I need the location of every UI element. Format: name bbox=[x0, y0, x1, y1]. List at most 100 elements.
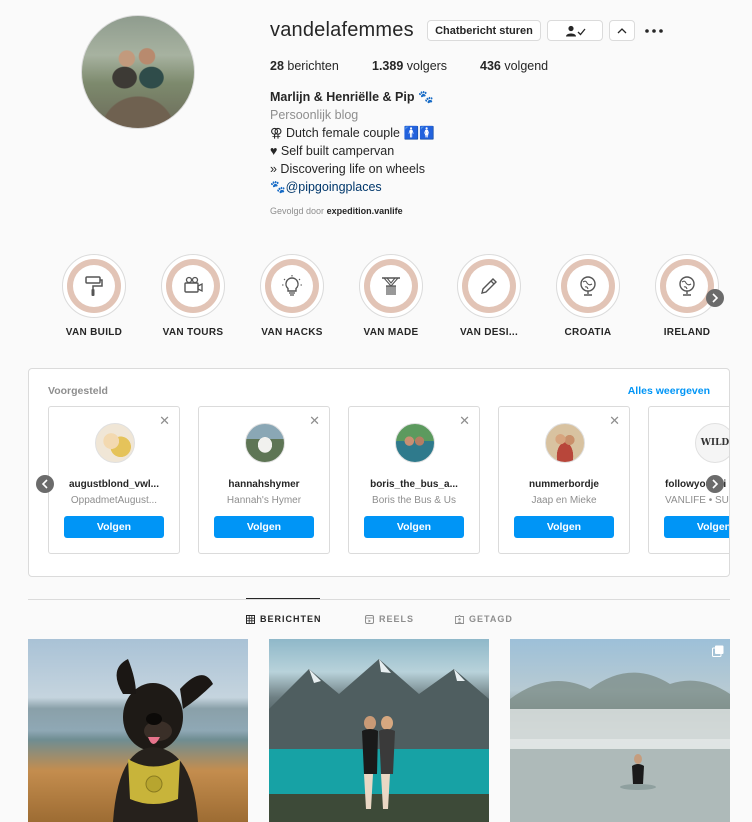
followed-by[interactable]: Gevolgd door expedition.vanlife bbox=[270, 206, 403, 216]
avatar[interactable]: WILD bbox=[695, 423, 729, 463]
suggestion-card: ✕ augustblond_vwl... OppadmetAugust... V… bbox=[48, 406, 180, 554]
followed-by-user: expedition.vanlife bbox=[326, 206, 403, 216]
macrame-icon bbox=[382, 277, 400, 295]
multiple-posts-icon bbox=[712, 645, 724, 657]
profile-avatar[interactable] bbox=[81, 15, 195, 129]
more-options-button[interactable] bbox=[643, 20, 665, 41]
suggested-toggle-button[interactable] bbox=[609, 20, 635, 41]
highlight-label: VAN TOURS bbox=[162, 327, 224, 338]
tab-posts-label: BERICHTEN bbox=[260, 614, 322, 624]
tabs-divider bbox=[28, 599, 730, 600]
highlight-label: CROATIA bbox=[564, 327, 612, 338]
lightbulb-icon bbox=[282, 275, 302, 296]
followed-by-prefix: Gevolgd door bbox=[270, 206, 325, 216]
suggestion-username[interactable]: hannahshymer bbox=[205, 479, 323, 490]
profile-bio: Marlijn & Henriëlle & Pip 🐾 Persoonlijk … bbox=[270, 88, 435, 196]
chevron-up-icon bbox=[617, 27, 627, 33]
mountain-lake-photo bbox=[269, 659, 489, 822]
video-camera-icon bbox=[184, 276, 203, 293]
tab-reels-label: REELS bbox=[379, 614, 415, 624]
grid-icon bbox=[246, 614, 255, 624]
bio-line: ♥ Self built campervan bbox=[270, 144, 395, 158]
avatar[interactable] bbox=[95, 423, 135, 463]
posts-count: 28 bbox=[270, 59, 284, 73]
followers-count: 1.389 bbox=[372, 59, 404, 73]
follow-button[interactable]: Volgen bbox=[214, 516, 314, 538]
tab-tagged-label: GETAGD bbox=[469, 614, 513, 624]
avatar[interactable] bbox=[245, 423, 285, 463]
highlight-label: IRELAND bbox=[663, 327, 711, 338]
suggestion-card: ✕ nummerbordje Jaap en Mieke Volgen bbox=[498, 406, 630, 554]
avatar[interactable] bbox=[395, 423, 435, 463]
dismiss-icon[interactable]: ✕ bbox=[609, 413, 620, 429]
suggestion-card: ✕ boris_the_bus_a... Boris the Bus & Us … bbox=[348, 406, 480, 554]
highlight-label: VAN DESI... bbox=[459, 327, 519, 338]
following-label: volgend bbox=[504, 59, 549, 73]
avatar[interactable] bbox=[545, 423, 585, 463]
suggested-title: Voorgesteld bbox=[48, 385, 108, 397]
suggested-accounts-panel: Voorgesteld Alles weergeven ✕ augustblon… bbox=[28, 368, 730, 577]
post-thumbnail[interactable] bbox=[269, 639, 489, 822]
bio-line: ⚢ Dutch female couple 🚹🚺 bbox=[270, 126, 435, 140]
bio-line: » Discovering life on wheels bbox=[270, 162, 425, 176]
stat-followers[interactable]: 1.389 volgers bbox=[372, 59, 447, 73]
chevron-right-icon bbox=[712, 479, 719, 489]
suggestion-fullname: OppadmetAugust... bbox=[70, 495, 158, 506]
chevron-right-icon bbox=[712, 293, 719, 303]
bio-name: Marlijn & Henriëlle & Pip 🐾 bbox=[270, 90, 434, 104]
stat-following[interactable]: 436 volgend bbox=[480, 59, 548, 73]
more-dots-icon bbox=[645, 28, 663, 33]
bio-mention-link[interactable]: 🐾@pipgoingplaces bbox=[270, 178, 435, 196]
suggestion-fullname: VANLIFE • SU bbox=[665, 495, 729, 506]
suggestion-username[interactable]: nummerbordje bbox=[505, 479, 623, 490]
globe-icon bbox=[679, 276, 695, 296]
tab-tagged[interactable]: GETAGD bbox=[455, 614, 513, 624]
globe-icon bbox=[580, 276, 596, 296]
highlight-van-made[interactable]: VAN MADE bbox=[346, 254, 436, 338]
reels-icon bbox=[365, 614, 374, 624]
post-thumbnail[interactable] bbox=[28, 639, 248, 822]
misty-lake-photo bbox=[510, 672, 730, 822]
highlight-van-build[interactable]: VAN BUILD bbox=[49, 254, 139, 338]
suggestion-card: ✕ hannahshymer Hannah's Hymer Volgen bbox=[198, 406, 330, 554]
see-all-link[interactable]: Alles weergeven bbox=[628, 385, 710, 397]
follow-button[interactable]: Volgen bbox=[364, 516, 464, 538]
tagged-person-icon bbox=[455, 614, 464, 624]
followers-label: volgers bbox=[406, 59, 448, 73]
active-tab-indicator bbox=[246, 598, 320, 599]
follow-button[interactable]: Volgen bbox=[664, 516, 729, 538]
paint-roller-icon bbox=[85, 276, 103, 296]
suggestion-fullname: Hannah's Hymer bbox=[226, 495, 302, 506]
suggestion-username[interactable]: boris_the_bus_a... bbox=[355, 479, 473, 490]
suggestions-prev-button[interactable] bbox=[36, 475, 54, 493]
person-check-icon bbox=[566, 25, 586, 36]
dismiss-icon[interactable]: ✕ bbox=[459, 413, 470, 429]
suggestion-fullname: Boris the Bus & Us bbox=[372, 495, 456, 506]
posts-label: berichten bbox=[287, 59, 339, 73]
following-button[interactable] bbox=[547, 20, 603, 41]
dog-photo bbox=[113, 659, 213, 822]
suggestion-username[interactable]: augustblond_vwl... bbox=[55, 479, 173, 490]
highlight-croatia[interactable]: CROATIA bbox=[543, 254, 633, 338]
tab-reels[interactable]: REELS bbox=[365, 614, 414, 624]
follow-button[interactable]: Volgen bbox=[64, 516, 164, 538]
highlight-van-design[interactable]: VAN DESI... bbox=[444, 254, 534, 338]
highlights-next-button[interactable] bbox=[706, 289, 724, 307]
chevron-left-icon bbox=[41, 479, 48, 489]
post-thumbnail[interactable] bbox=[510, 639, 730, 822]
highlight-label: VAN MADE bbox=[363, 327, 419, 338]
message-button[interactable]: Chatbericht sturen bbox=[427, 20, 541, 41]
highlight-label: VAN HACKS bbox=[261, 327, 323, 338]
highlight-van-tours[interactable]: VAN TOURS bbox=[148, 254, 238, 338]
profile-username: vandelafemmes bbox=[270, 19, 414, 41]
suggestions-next-button[interactable] bbox=[706, 475, 724, 493]
dismiss-icon[interactable]: ✕ bbox=[159, 413, 170, 429]
highlight-label: VAN BUILD bbox=[65, 327, 123, 338]
stat-posts: 28 berichten bbox=[270, 59, 339, 73]
dismiss-icon[interactable]: ✕ bbox=[309, 413, 320, 429]
highlight-van-hacks[interactable]: VAN HACKS bbox=[247, 254, 337, 338]
suggestion-fullname: Jaap en Mieke bbox=[531, 495, 597, 506]
bio-category: Persoonlijk blog bbox=[270, 108, 359, 122]
follow-button[interactable]: Volgen bbox=[514, 516, 614, 538]
tab-posts[interactable]: BERICHTEN bbox=[246, 614, 322, 624]
